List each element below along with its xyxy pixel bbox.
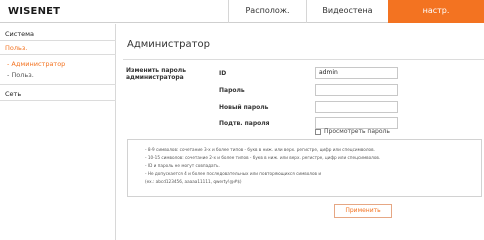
- main-content: Администратор Изменить пароль администра…: [117, 24, 484, 240]
- id-label: ID: [219, 70, 227, 77]
- show-password-toggle[interactable]: Просмотреть пароль: [315, 128, 390, 135]
- logo: WISENET: [8, 6, 61, 17]
- password-rule: - 8-9 символов: сочетание 3-х и более ти…: [145, 147, 375, 152]
- nav-tab-videowall[interactable]: Видеостена: [306, 0, 388, 23]
- confirm-password-label: Подтв. пароля: [219, 120, 270, 127]
- password-rule: - 10-15 символов: сочетание 2-х и более …: [145, 155, 381, 160]
- show-password-label: Просмотреть пароль: [324, 128, 390, 135]
- password-label: Пароль: [219, 87, 245, 94]
- page-title: Администратор: [127, 39, 210, 50]
- apply-button[interactable]: Применить: [334, 204, 392, 218]
- sidebar-item-users[interactable]: Польз.: [0, 44, 116, 52]
- sidebar-item-administrator[interactable]: - Администратор: [0, 60, 116, 68]
- password-field[interactable]: [315, 84, 398, 96]
- password-rule: - ID и пароль не могут совпадать.: [145, 163, 220, 168]
- sidebar-divider: [0, 54, 116, 55]
- section-label: Изменить пароль администратора: [126, 67, 186, 81]
- show-password-checkbox[interactable]: [315, 128, 321, 135]
- id-field[interactable]: admin: [315, 67, 398, 79]
- new-password-field[interactable]: [315, 101, 398, 113]
- sidebar-divider: [0, 100, 116, 101]
- sidebar-item-network[interactable]: Сеть: [0, 90, 116, 98]
- password-rules-box: - 8-9 символов: сочетание 3-х и более ти…: [127, 139, 482, 197]
- sidebar-divider: [0, 84, 116, 85]
- sidebar-divider: [0, 40, 116, 41]
- new-password-label: Новый пароль: [219, 104, 269, 111]
- nav-tab-layout[interactable]: Располож.: [228, 0, 306, 23]
- sidebar: Система Польз. - Администратор - Польз. …: [0, 24, 116, 240]
- sidebar-item-system[interactable]: Система: [0, 30, 116, 38]
- password-rule: - Не допускается 4 и более последователь…: [145, 171, 322, 176]
- title-divider: [123, 59, 484, 60]
- top-bar: WISENET Располож. Видеостена настр.: [0, 0, 484, 23]
- nav-tab-settings[interactable]: настр.: [388, 0, 484, 23]
- sidebar-item-user[interactable]: - Польз.: [0, 71, 116, 79]
- password-rule: (ex.: abcd123456, aaaaa11111, qwerty!@#$…: [145, 179, 242, 184]
